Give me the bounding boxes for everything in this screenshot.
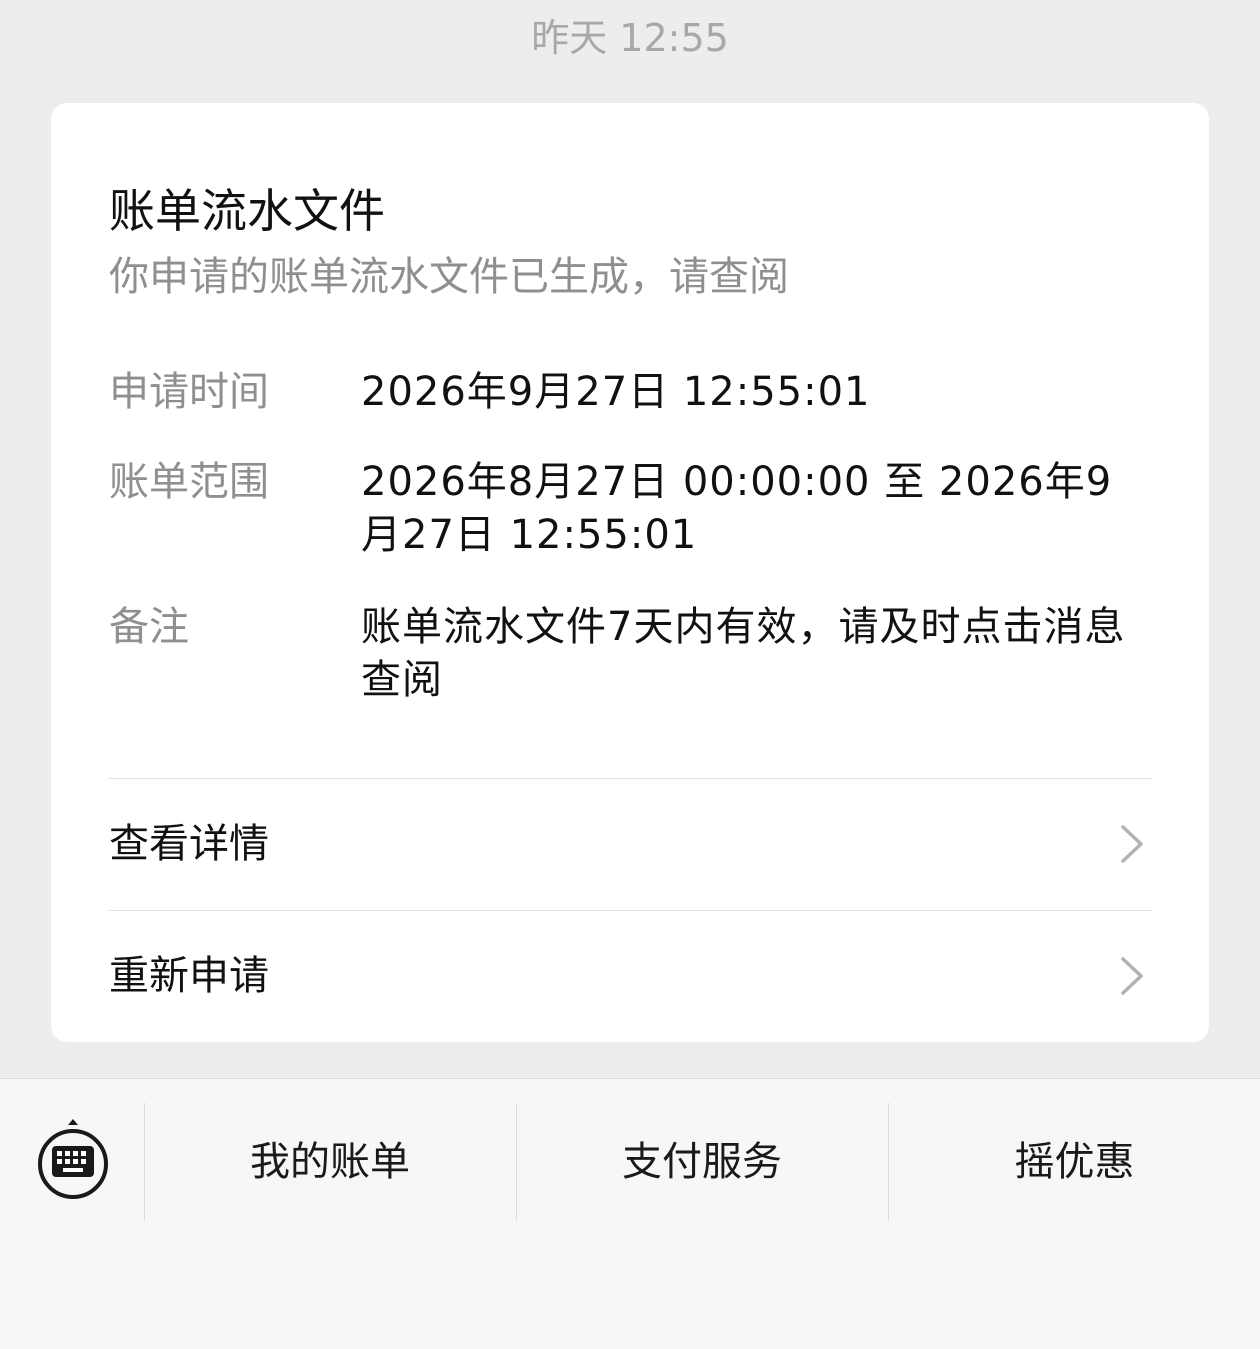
bottom-menu-bar: 我的账单 支付服务 摇优惠 bbox=[0, 1078, 1260, 1349]
info-value: 账单流水文件7天内有效，请及时点击消息查阅 bbox=[361, 604, 1126, 703]
card-subtitle: 你申请的账单流水文件已生成，请查阅 bbox=[109, 254, 789, 300]
bill-statement-card[interactable]: 账单流水文件 你申请的账单流水文件已生成，请查阅 申请时间 2026年9月27日… bbox=[51, 103, 1209, 1042]
message-timestamp: 昨天 12:55 bbox=[531, 16, 729, 60]
info-label: 申请时间 bbox=[109, 369, 269, 415]
chevron-right-icon bbox=[1121, 825, 1143, 863]
info-label: 备注 bbox=[109, 604, 189, 650]
menu-my-bills[interactable]: 我的账单 bbox=[145, 1103, 515, 1221]
menu-shake-discounts[interactable]: 摇优惠 bbox=[889, 1103, 1260, 1221]
action-label: 重新申请 bbox=[109, 953, 269, 999]
keyboard-icon[interactable] bbox=[36, 1119, 110, 1199]
chevron-right-icon bbox=[1121, 957, 1143, 995]
info-value: 2026年9月27日 12:55:01 bbox=[361, 369, 871, 415]
reapply-button[interactable]: 重新申请 bbox=[108, 911, 1152, 1041]
info-value: 2026年8月27日 00:00:00 至 2026年9月27日 12:55:0… bbox=[361, 459, 1113, 558]
card-title: 账单流水文件 bbox=[109, 184, 385, 238]
action-label: 查看详情 bbox=[109, 821, 269, 867]
menu-payment-services[interactable]: 支付服务 bbox=[517, 1103, 887, 1221]
info-label: 账单范围 bbox=[109, 459, 269, 505]
view-details-button[interactable]: 查看详情 bbox=[108, 779, 1152, 909]
